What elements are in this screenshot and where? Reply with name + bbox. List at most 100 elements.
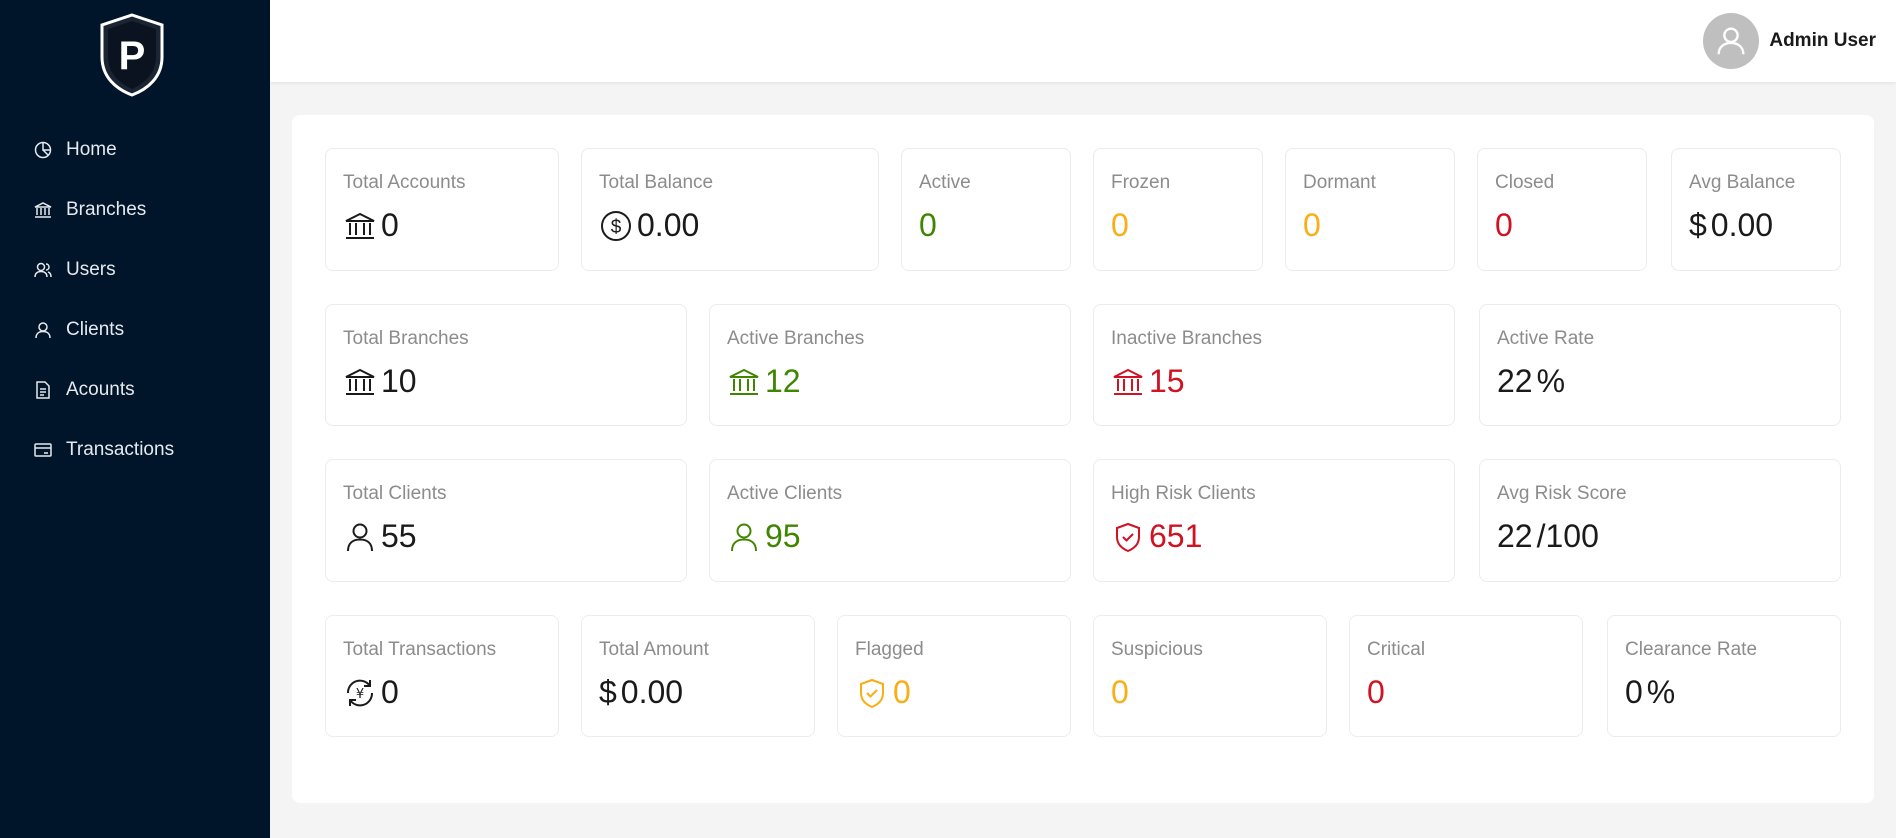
user-menu[interactable]: Admin User [1703, 13, 1876, 69]
shield-check-icon [860, 678, 884, 708]
stat-value: 0 [381, 674, 399, 710]
stat-label: Total Transactions [343, 639, 497, 660]
sidebar-item-clients[interactable]: Clients [0, 300, 270, 360]
stat-card-active-clients: Active Clients 95 [709, 459, 1071, 582]
stat-value: 0 [919, 207, 937, 243]
stat-card-frozen: Frozen 0 [1093, 148, 1263, 271]
stat-card-total-clients: Total Clients 55 [325, 459, 687, 582]
stat-value: 95 [765, 518, 801, 554]
stat-value: 0 [1111, 207, 1129, 243]
sidebar-item-label: Transactions [66, 439, 175, 460]
stat-value: 12 [765, 363, 801, 399]
bank-icon [1113, 368, 1143, 395]
avatar[interactable] [1703, 13, 1760, 69]
sidebar-item-transactions[interactable]: Transactions [0, 420, 270, 480]
stat-label: High Risk Clients [1111, 483, 1256, 504]
stat-suffix: % [1646, 674, 1676, 710]
stat-card-closed: Closed 0 [1477, 148, 1647, 271]
sidebar-item-branches[interactable]: Branches [0, 180, 270, 240]
stat-card-active-branches: Active Branches 12 [709, 304, 1071, 426]
credit-card-icon [32, 439, 54, 461]
sidebar-item-label: Branches [66, 199, 147, 220]
stat-value: 0 [1495, 207, 1513, 243]
stat-label: Active Rate [1497, 328, 1595, 349]
svg-text:$: $ [611, 217, 622, 238]
stat-label: Total Accounts [343, 172, 466, 193]
users-icon [32, 259, 54, 281]
stat-card-inactive-branches: Inactive Branches 15 [1093, 304, 1455, 426]
svg-text:P: P [119, 34, 146, 78]
file-icon [32, 379, 54, 401]
stat-card-avg-risk-score: Avg Risk Score 22 /100 [1479, 459, 1841, 582]
stat-label: Active Clients [727, 483, 843, 504]
stat-label: Active [919, 172, 971, 193]
stat-value: 15 [1149, 363, 1185, 399]
top-header: Admin User [270, 0, 1896, 82]
stat-label: Avg Risk Score [1497, 483, 1627, 504]
stat-card-total-transactions: Total Transactions ¥ 0 [325, 615, 559, 737]
stat-card-active-rate: Active Rate 22 % [1479, 304, 1841, 426]
sidebar-nav: Home Branches Users Clients Acounts Tran… [0, 120, 270, 480]
stat-label: Avg Balance [1689, 172, 1796, 193]
user-name: Admin User [1769, 30, 1876, 51]
stat-suffix: /100 [1536, 518, 1599, 554]
bank-icon [729, 368, 759, 395]
bank-icon [345, 212, 375, 239]
stat-label: Critical [1367, 639, 1426, 660]
sidebar-item-users[interactable]: Users [0, 240, 270, 300]
stat-label: Clearance Rate [1625, 639, 1758, 660]
user-icon [32, 319, 54, 341]
stat-value: 0.00 [620, 674, 684, 710]
stat-label: Suspicious [1111, 639, 1203, 660]
sidebar-item-label: Clients [66, 319, 125, 340]
stat-label: Total Clients [343, 483, 447, 504]
stat-label: Dormant [1303, 172, 1376, 193]
stat-value: 0 [1111, 674, 1129, 710]
stat-label: Active Branches [727, 328, 865, 349]
stat-value: 0 [381, 207, 399, 243]
stat-card-suspicious: Suspicious 0 [1093, 615, 1327, 737]
stat-value: 0 [1303, 207, 1321, 243]
stat-card-clearance-rate: Clearance Rate 0 % [1607, 615, 1841, 737]
stat-label: Total Balance [599, 172, 714, 193]
stat-card-total-branches: Total Branches 10 [325, 304, 687, 426]
stat-card-total-balance: Total Balance $ 0.00 [581, 148, 879, 271]
stat-label: Frozen [1111, 172, 1171, 193]
stat-label: Total Branches [343, 328, 469, 349]
stat-label: Total Amount [599, 639, 709, 660]
sidebar-item-label: Home [66, 139, 117, 160]
sidebar-item-accounts[interactable]: Acounts [0, 360, 270, 420]
stat-card-high-risk-clients: High Risk Clients 651 [1093, 459, 1455, 582]
stat-label: Closed [1495, 172, 1555, 193]
stat-value: 0 [1625, 674, 1643, 710]
stat-card-active: Active 0 [901, 148, 1071, 271]
stat-card-total-accounts: Total Accounts 0 [325, 148, 559, 271]
sidebar-item-home[interactable]: Home [0, 120, 270, 180]
user-icon [731, 523, 757, 551]
transaction-icon: ¥ [346, 679, 374, 706]
dashboard-panel: Total Accounts 0 Total Balance $ 0.00 Ac… [292, 115, 1874, 803]
stat-suffix: % [1536, 363, 1566, 399]
user-icon [347, 523, 373, 551]
stat-label: Inactive Branches [1111, 328, 1263, 349]
stat-card-total-amount: Total Amount $ 0.00 [581, 615, 815, 737]
stat-value: 651 [1149, 518, 1203, 554]
shield-check-icon [1116, 522, 1140, 552]
stat-card-dormant: Dormant 0 [1285, 148, 1455, 271]
stat-value: 0.00 [1710, 207, 1774, 243]
stat-label: Flagged [855, 639, 924, 660]
stat-value: 0 [893, 674, 911, 710]
sidebar: P Home Branches Users Clients Acounts Tr… [0, 0, 270, 838]
stat-card-critical: Critical 0 [1349, 615, 1583, 737]
sidebar-item-label: Users [66, 259, 116, 280]
currency-prefix: $ [1689, 207, 1707, 243]
bank-icon [32, 199, 54, 221]
sidebar-item-label: Acounts [66, 379, 135, 400]
stat-value: 22 [1497, 518, 1533, 554]
stat-card-flagged: Flagged 0 [837, 615, 1071, 737]
stat-value: 22 [1497, 363, 1533, 399]
shield-logo-icon[interactable]: P [98, 13, 166, 97]
stat-value: 0.00 [637, 207, 700, 243]
svg-text:¥: ¥ [356, 687, 364, 702]
stat-value: 0 [1367, 674, 1385, 710]
